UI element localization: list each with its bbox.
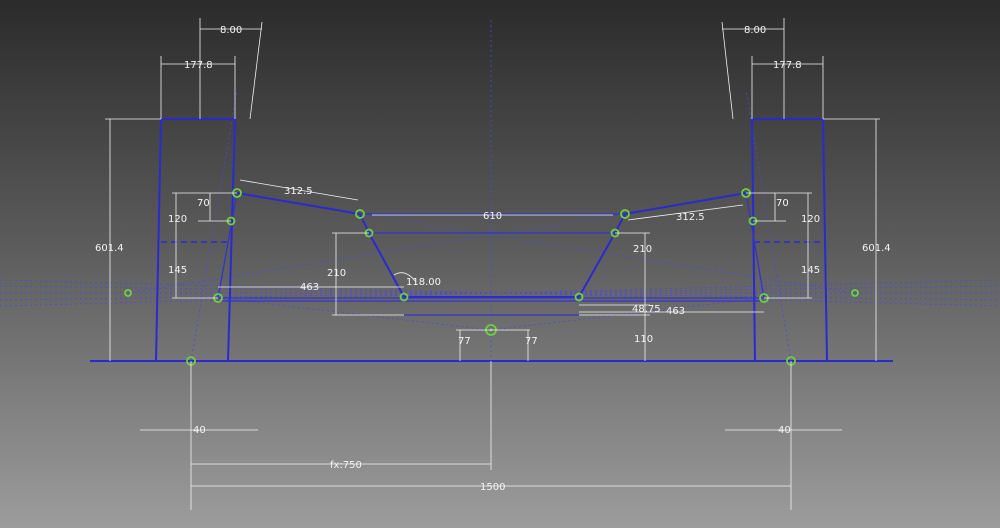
dim-77-left: 77 [458,336,471,347]
dim-110: 110 [634,334,653,345]
dim-177-8-left: 177.8 [184,60,213,71]
dim-463-left: 463 [300,282,319,293]
dim-8-right: 8.00 [744,25,766,36]
dim-601-4-right: 601.4 [862,243,891,254]
sketch-svg[interactable]: 8.00 177.8 8.00 177.8 601.4 601.4 312.5 … [0,0,1000,528]
dim-177-8-right: 177.8 [773,60,802,71]
construction-lines [0,20,1000,362]
dim-8-left: 8.00 [220,25,242,36]
dim-145-left: 145 [168,265,187,276]
dim-145-right: 145 [801,265,820,276]
dim-1500: 1500 [480,482,505,493]
dim-210-left: 210 [327,268,346,279]
dim-40-left: 40 [193,425,206,436]
dim-48-75: 48.75 [632,304,661,315]
left-column[interactable] [155,118,238,362]
dim-fx-750: fx:750 [330,460,362,471]
dim-210-right: 210 [633,244,652,255]
dim-312-5-right: 312.5 [676,212,705,223]
dim-70-left: 70 [197,198,210,209]
dim-77-right: 77 [525,336,538,347]
dim-120-left: 120 [168,214,187,225]
dimension-labels: 8.00 177.8 8.00 177.8 601.4 601.4 312.5 … [95,25,891,493]
dim-610: 610 [483,211,502,222]
sketch-canvas[interactable]: 8.00 177.8 8.00 177.8 601.4 601.4 312.5 … [0,0,1000,528]
dimension-lines [105,18,880,510]
right-column[interactable] [745,118,828,362]
dim-angle: 118.00 [406,277,441,288]
dim-312-5-left: 312.5 [284,186,313,197]
dim-601-4-left: 601.4 [95,243,124,254]
dim-120-right: 120 [801,214,820,225]
dim-40-right: 40 [778,425,791,436]
dim-463-right: 463 [666,306,685,317]
dim-70-right: 70 [776,198,789,209]
